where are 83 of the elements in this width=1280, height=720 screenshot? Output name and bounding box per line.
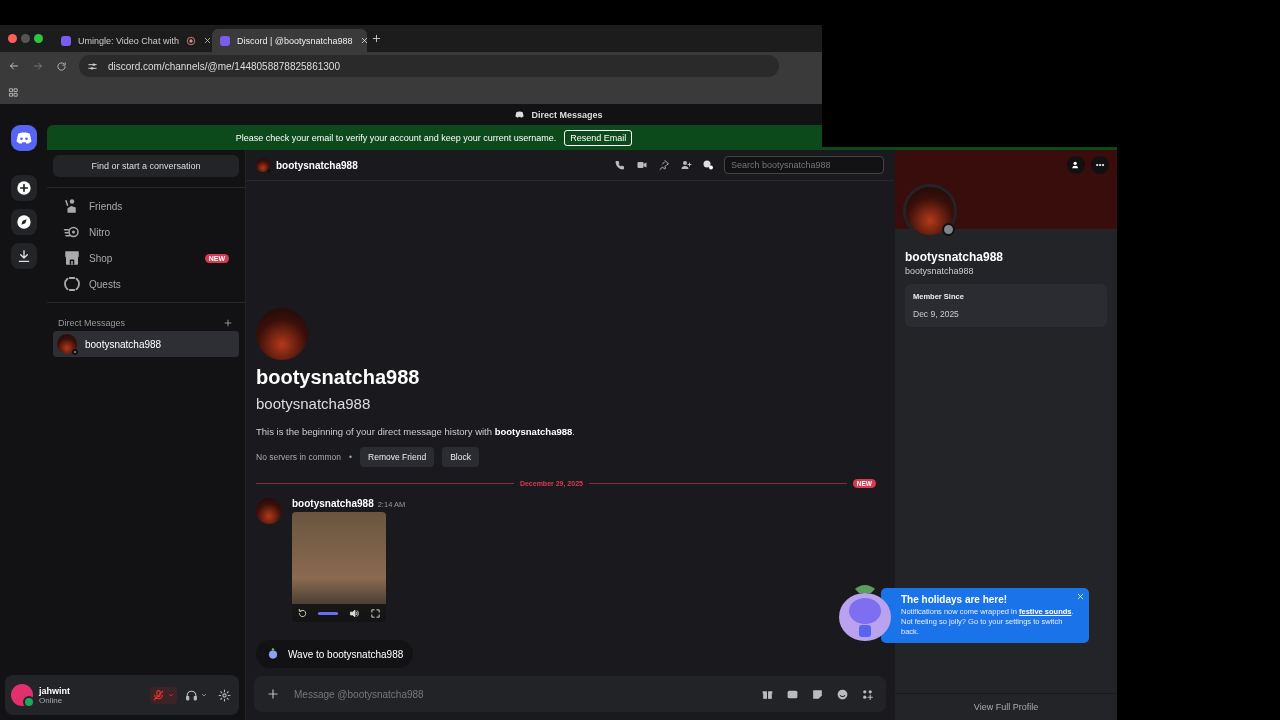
separator-dot: • [349,452,352,462]
caret-icon [200,691,208,699]
apps-icon[interactable] [861,687,874,701]
app-title: Direct Messages [531,109,603,120]
intro-text: This is the beginning of your direct message history with bootysnatcha988. [256,426,576,437]
find-conversation-button[interactable]: Find or start a conversation [53,155,239,177]
maximize-window-control[interactable] [34,34,43,43]
storefront-icon [63,249,81,267]
avatar-picture [256,498,282,524]
avatar-picture [57,334,77,354]
microphone-button[interactable] [150,686,177,704]
video-camera-icon[interactable] [636,159,648,171]
toast-title: The holidays are here! [901,594,1009,605]
user-name: jahwint [39,685,71,696]
add-icon[interactable] [15,180,32,196]
headphones-icon [185,688,198,702]
more-options-button[interactable] [1091,156,1109,174]
tab-favicon-icon [61,35,71,46]
close-toast-button[interactable] [1076,592,1085,601]
dm-list-item[interactable]: bootysnatcha988 [53,331,239,357]
settings-button[interactable] [216,686,233,704]
sticker-icon[interactable] [811,687,824,701]
profile-display-name: bootysnatcha988 [905,250,1005,264]
profile-action-button[interactable]: Remove Friend [360,447,435,467]
caret-icon [167,691,175,699]
fullscreen-icon[interactable] [369,607,381,619]
search-field[interactable]: Search bootysnatcha988 [724,156,884,174]
tab-favicon-icon [220,35,230,46]
message-field[interactable]: Message @bootysnatcha988 [254,676,886,712]
add-attachment-icon[interactable] [266,687,280,701]
profile-action-button[interactable]: Block [442,447,479,467]
server-rail-button[interactable] [10,209,37,235]
add-dm-icon[interactable] [223,318,233,328]
server-rail-button[interactable] [10,243,37,269]
server-rail-button[interactable] [10,175,37,201]
apps-grid-icon[interactable] [8,86,19,98]
avatar-picture [256,158,270,172]
sidebar-nav-item[interactable]: Friends [53,193,239,219]
avatar-picture [256,308,308,360]
profile-username: bootysnatcha988 [256,395,372,412]
settings-icon [218,688,231,702]
verify-email-notice: Please check your email to verify your account and keep your current username. [235,132,557,143]
message-input[interactable]: Message @bootysnatcha988 [292,687,749,701]
new-tab-icon[interactable] [371,33,382,44]
emoji-icon[interactable] [836,687,849,701]
sidebar-nav-item[interactable]: Nitro [53,219,239,245]
member-since-date: Dec 9, 2025 [913,309,960,319]
channel-title: bootysnatcha988 [276,159,358,171]
site-settings-icon [87,60,98,72]
replay-icon[interactable] [297,607,309,619]
phone-icon[interactable] [614,159,626,171]
wave-button[interactable]: Wave to bootysnatcha988 [256,640,414,668]
section-heading: Direct Messages [58,318,126,328]
waving-mascot-icon [266,647,280,661]
avatar-picture [906,187,954,235]
user-avatar[interactable] [11,684,33,706]
user-status: Online [39,695,63,705]
microphone-muted-icon [152,688,165,702]
close-icon[interactable] [359,36,369,45]
browser-tab[interactable]: Umingle: Video Chat with [53,29,208,52]
video-progress-bar[interactable] [318,611,339,615]
close-window-control[interactable] [8,34,17,43]
sidebar-nav-item[interactable]: Quests [53,271,239,297]
browser-tab[interactable]: Discord | @bootysnatcha988 [212,29,367,52]
close-icon [1076,592,1085,601]
resend-email-button[interactable]: Resend Email [564,129,633,146]
quest-wreath-icon [63,275,81,293]
profile-username: bootysnatcha988 [905,266,975,276]
mutual-servers-text: No servers in common [256,452,342,462]
address-bar[interactable]: discord.com/channels/@me/1448058878825861300 [79,55,779,77]
back-icon[interactable] [8,60,20,72]
user-profile-icon[interactable] [702,159,714,171]
view-full-profile-link[interactable]: View Full Profile [967,701,1045,713]
reload-icon[interactable] [56,60,67,72]
pin-icon[interactable] [658,159,670,171]
close-icon[interactable] [202,36,212,45]
discord-logo-icon [514,109,526,120]
add-friend-icon[interactable] [680,159,692,171]
profile-display-name: bootysnatcha988 [256,366,421,389]
compass-icon[interactable] [15,214,32,230]
message-author[interactable]: bootysnatcha988 [292,498,374,509]
friend-status-button[interactable] [1067,156,1085,174]
volume-icon[interactable] [348,607,360,619]
